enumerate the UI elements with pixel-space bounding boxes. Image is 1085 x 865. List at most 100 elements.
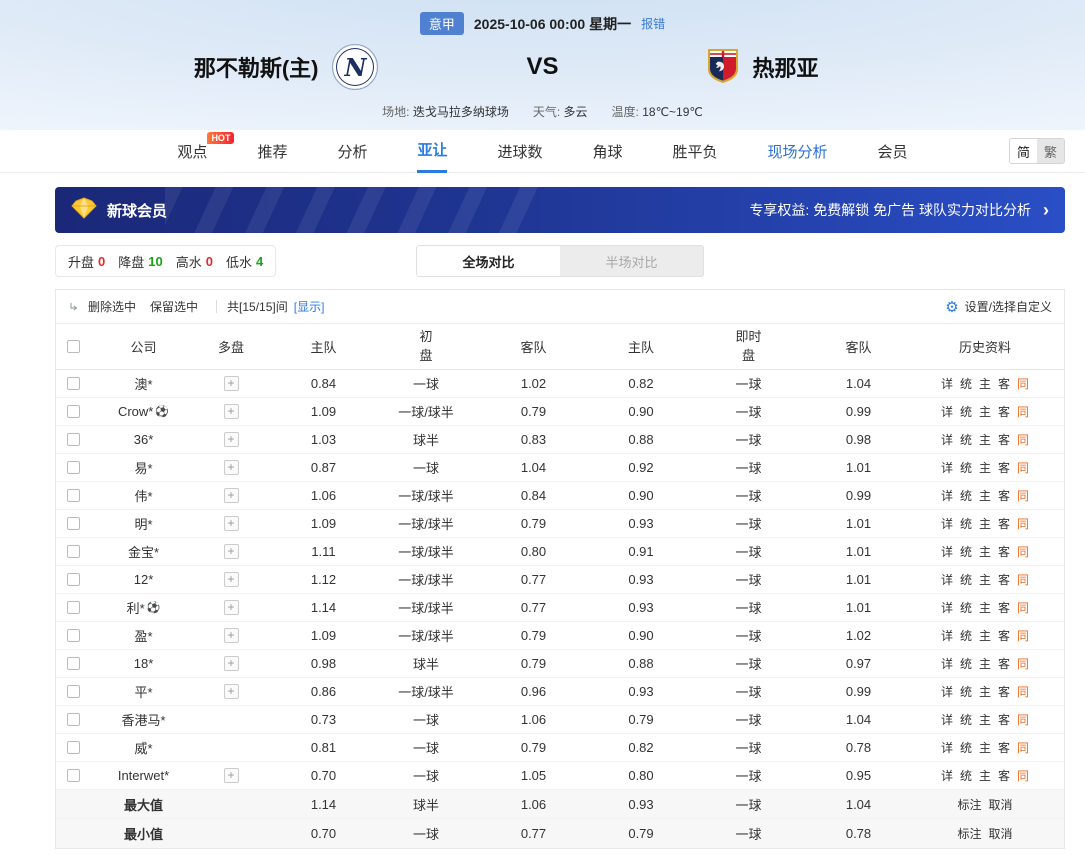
summary-action-取消[interactable]: 取消 [989,796,1013,813]
company-name[interactable]: 香港马* [121,710,165,729]
history-link-统[interactable]: 统 [960,515,972,532]
nav-item-现场分析[interactable]: 现场分析 [768,130,828,173]
expand-multi-button[interactable]: + [223,516,239,531]
history-link-客[interactable]: 客 [998,627,1010,644]
row-checkbox[interactable] [67,713,80,726]
history-link-同[interactable]: 同 [1017,683,1029,700]
keep-selected-button[interactable]: 保留选中 [150,298,198,315]
company-name[interactable]: 明* [134,514,152,533]
tab-全场对比[interactable]: 全场对比 [417,246,560,276]
history-link-主[interactable]: 主 [979,543,991,560]
history-link-统[interactable]: 统 [960,599,972,616]
history-link-统[interactable]: 统 [960,711,972,728]
history-link-客[interactable]: 客 [998,375,1010,392]
nav-item-推荐[interactable]: 推荐 [257,130,287,173]
history-link-统[interactable]: 统 [960,571,972,588]
row-checkbox[interactable] [67,601,80,614]
history-link-同[interactable]: 同 [1017,599,1029,616]
history-link-主[interactable]: 主 [979,487,991,504]
history-link-详[interactable]: 详 [941,515,953,532]
history-link-同[interactable]: 同 [1017,571,1029,588]
company-name[interactable]: 威* [134,738,152,757]
history-link-客[interactable]: 客 [998,403,1010,420]
chevron-right-icon[interactable]: › [1043,200,1049,221]
expand-multi-button[interactable]: + [223,432,239,447]
nav-item-角球[interactable]: 角球 [593,130,623,173]
history-link-主[interactable]: 主 [979,431,991,448]
history-link-同[interactable]: 同 [1017,487,1029,504]
expand-multi-button[interactable]: + [223,460,239,475]
history-link-同[interactable]: 同 [1017,403,1029,420]
history-link-同[interactable]: 同 [1017,459,1029,476]
row-checkbox[interactable] [67,741,80,754]
company-name[interactable]: 伟* [134,486,152,505]
row-checkbox[interactable] [67,685,80,698]
history-link-主[interactable]: 主 [979,403,991,420]
history-link-客[interactable]: 客 [998,767,1010,784]
history-link-同[interactable]: 同 [1017,767,1029,784]
expand-multi-button[interactable]: + [223,404,239,419]
history-link-详[interactable]: 详 [941,459,953,476]
expand-multi-button[interactable]: + [223,376,239,391]
nav-item-进球数[interactable]: 进球数 [497,130,542,173]
league-badge[interactable]: 意甲 [419,12,464,35]
history-link-详[interactable]: 详 [941,683,953,700]
history-link-统[interactable]: 统 [960,767,972,784]
history-link-主[interactable]: 主 [979,515,991,532]
history-link-同[interactable]: 同 [1017,431,1029,448]
expand-multi-button[interactable]: + [223,488,239,503]
history-link-客[interactable]: 客 [998,459,1010,476]
company-name[interactable]: Interwet* [118,768,169,783]
summary-action-标注[interactable]: 标注 [957,825,981,842]
row-checkbox[interactable] [67,461,80,474]
history-link-统[interactable]: 统 [960,683,972,700]
expand-multi-button[interactable]: + [223,768,239,783]
expand-multi-button[interactable]: + [223,544,239,559]
nav-item-胜平负[interactable]: 胜平负 [673,130,718,173]
nav-item-观点[interactable]: 观点 HOT [177,130,235,173]
history-link-客[interactable]: 客 [998,543,1010,560]
history-link-客[interactable]: 客 [998,711,1010,728]
history-link-主[interactable]: 主 [979,599,991,616]
history-link-同[interactable]: 同 [1017,711,1029,728]
history-link-统[interactable]: 统 [960,627,972,644]
row-checkbox[interactable] [67,573,80,586]
history-link-详[interactable]: 详 [941,739,953,756]
lang-繁-button[interactable]: 繁 [1037,139,1064,163]
history-link-统[interactable]: 统 [960,403,972,420]
row-checkbox[interactable] [67,433,80,446]
history-link-主[interactable]: 主 [979,627,991,644]
history-link-详[interactable]: 详 [941,711,953,728]
history-link-主[interactable]: 主 [979,683,991,700]
company-name[interactable]: 盈* [134,626,152,645]
history-link-主[interactable]: 主 [979,375,991,392]
select-all-checkbox[interactable] [67,340,80,353]
history-link-客[interactable]: 客 [998,655,1010,672]
row-checkbox[interactable] [67,545,80,558]
company-name[interactable]: 金宝* [128,542,159,561]
history-link-统[interactable]: 统 [960,431,972,448]
nav-item-亚让[interactable]: 亚让 [417,130,448,173]
history-link-客[interactable]: 客 [998,571,1010,588]
history-link-客[interactable]: 客 [998,515,1010,532]
history-link-主[interactable]: 主 [979,739,991,756]
vip-banner[interactable]: 新球会员 专享权益: 免费解锁 免广告 球队实力对比分析 › [55,187,1065,233]
company-name[interactable]: Crow* [118,404,153,419]
history-link-详[interactable]: 详 [941,375,953,392]
company-name[interactable]: 平* [134,682,152,701]
summary-action-标注[interactable]: 标注 [957,796,981,813]
history-link-客[interactable]: 客 [998,431,1010,448]
lang-简-button[interactable]: 简 [1010,139,1037,163]
history-link-统[interactable]: 统 [960,543,972,560]
history-link-详[interactable]: 详 [941,431,953,448]
nav-item-会员[interactable]: 会员 [878,130,908,173]
history-link-主[interactable]: 主 [979,767,991,784]
summary-action-取消[interactable]: 取消 [989,825,1013,842]
history-link-主[interactable]: 主 [979,655,991,672]
history-link-客[interactable]: 客 [998,487,1010,504]
history-link-同[interactable]: 同 [1017,375,1029,392]
history-link-客[interactable]: 客 [998,683,1010,700]
history-link-同[interactable]: 同 [1017,543,1029,560]
expand-multi-button[interactable]: + [223,656,239,671]
history-link-统[interactable]: 统 [960,655,972,672]
